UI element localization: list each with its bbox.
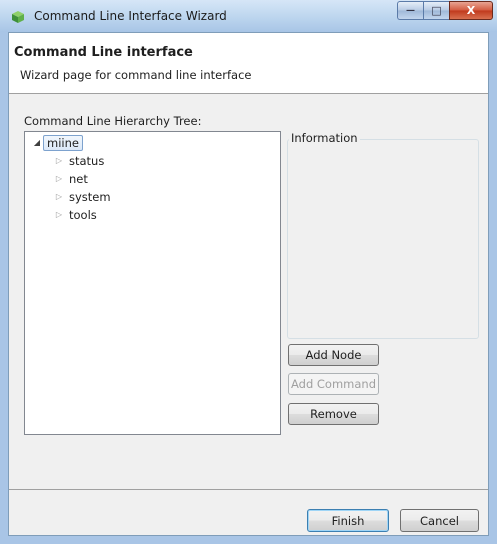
tree-node-status[interactable]: ▷ status <box>53 152 108 169</box>
add-command-button[interactable]: Add Command <box>288 373 379 395</box>
footer-separator <box>9 489 488 490</box>
window-title: Command Line Interface Wizard <box>34 9 227 23</box>
maximize-button[interactable]: □ <box>423 1 449 20</box>
collapsed-arrow-icon[interactable]: ▷ <box>53 174 65 183</box>
minimize-button[interactable]: — <box>397 1 423 20</box>
collapsed-arrow-icon[interactable]: ▷ <box>53 192 65 201</box>
add-node-button[interactable]: Add Node <box>288 344 379 366</box>
title-bar[interactable]: Command Line Interface Wizard — □ X <box>0 0 497 32</box>
page-description: Wizard page for command line interface <box>20 68 252 82</box>
cancel-button[interactable]: Cancel <box>400 509 479 532</box>
collapsed-arrow-icon[interactable]: ▷ <box>53 210 65 219</box>
remove-button[interactable]: Remove <box>288 403 379 425</box>
tree-label: Command Line Hierarchy Tree: <box>24 114 202 128</box>
close-button[interactable]: X <box>449 1 493 20</box>
information-group <box>287 139 479 339</box>
close-icon: X <box>466 4 476 17</box>
page-title: Command Line interface <box>14 45 193 60</box>
tree-node-net[interactable]: ▷ net <box>53 170 92 187</box>
collapsed-arrow-icon[interactable]: ▷ <box>53 156 65 165</box>
wizard-window: Command Line Interface Wizard — □ X Comm… <box>0 0 497 544</box>
tree-node-root[interactable]: ◢ miine <box>31 134 83 151</box>
tree-node-label[interactable]: tools <box>65 208 101 222</box>
maximize-icon: □ <box>431 4 442 17</box>
information-label: Information <box>289 131 360 145</box>
tree-node-label[interactable]: status <box>65 154 108 168</box>
tree-node-system[interactable]: ▷ system <box>53 188 115 205</box>
wizard-header: Command Line interface Wizard page for c… <box>9 33 488 94</box>
wizard-client-area: Command Line interface Wizard page for c… <box>8 32 489 536</box>
expanded-arrow-icon[interactable]: ◢ <box>31 138 43 147</box>
command-hierarchy-tree[interactable]: ◢ miine ▷ status ▷ net ▷ system ▷ tools <box>24 131 281 435</box>
tree-node-label[interactable]: system <box>65 190 115 204</box>
tree-node-tools[interactable]: ▷ tools <box>53 206 101 223</box>
tree-node-label[interactable]: net <box>65 172 92 186</box>
app-cube-icon <box>12 11 24 23</box>
minimize-icon: — <box>406 5 415 16</box>
finish-button[interactable]: Finish <box>307 509 389 532</box>
caption-buttons: — □ X <box>397 1 493 21</box>
tree-node-label[interactable]: miine <box>43 134 83 151</box>
